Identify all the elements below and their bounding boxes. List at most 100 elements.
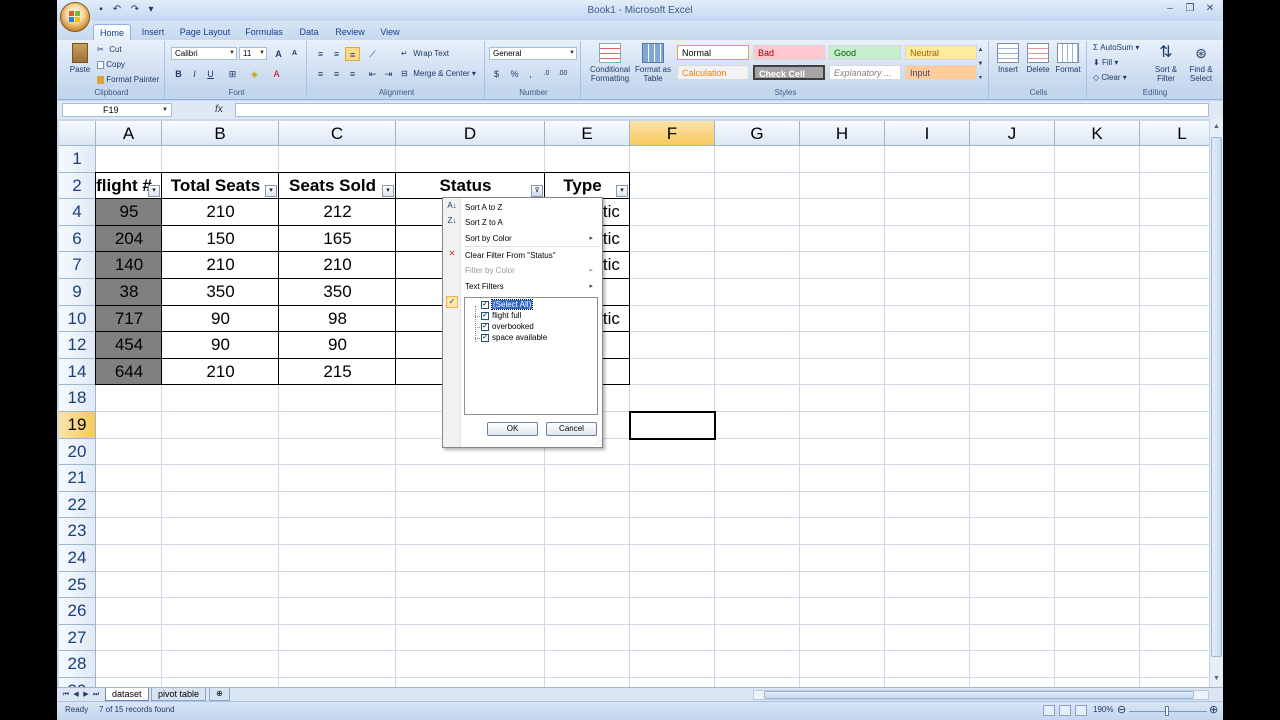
insert-function-button[interactable]: fx	[177, 103, 233, 117]
sort-a-to-z-item[interactable]: Sort A to Z	[465, 203, 502, 212]
gallery-down-icon[interactable]: ▼	[973, 57, 988, 71]
merge-center-button[interactable]: ⊟ Merge & Center ▾	[401, 69, 476, 79]
filter-dropdown-button[interactable]: ▾	[265, 184, 277, 197]
percent-icon[interactable]: %	[507, 67, 522, 81]
row-header-14[interactable]: 14	[59, 358, 96, 386]
fill-button[interactable]: ⬇ Fill ▾	[1093, 58, 1118, 67]
tab-insert[interactable]: Insert	[137, 24, 169, 40]
tab-data[interactable]: Data	[295, 24, 323, 40]
zoom-slider-thumb[interactable]	[1165, 706, 1169, 716]
row-header-19[interactable]: 19	[59, 412, 96, 439]
zoom-out-icon[interactable]: ⊖	[1117, 703, 1126, 716]
row-header-22[interactable]: 22	[59, 491, 96, 519]
bold-icon[interactable]: B	[171, 67, 186, 81]
column-header-f[interactable]: F	[630, 121, 715, 146]
scroll-down-icon[interactable]: ▼	[1211, 673, 1222, 685]
normal-view-icon[interactable]	[1043, 705, 1055, 716]
row-header-4[interactable]: 4	[59, 199, 96, 226]
resize-grip-icon[interactable]: ⋰	[595, 439, 601, 446]
row-header-12[interactable]: 12	[59, 332, 96, 359]
cell-style-input[interactable]: Input	[905, 65, 977, 80]
cut-button[interactable]: ✂ Cut	[97, 45, 122, 55]
sort-z-to-a-item[interactable]: Sort Z to A	[465, 218, 503, 227]
row-header-7[interactable]: 7	[59, 252, 96, 279]
filter-dropdown-button[interactable]: ▾	[616, 184, 628, 197]
page-layout-view-icon[interactable]	[1059, 705, 1071, 716]
row-header-21[interactable]: 21	[59, 465, 96, 492]
page-break-view-icon[interactable]	[1075, 705, 1087, 716]
font-color-icon[interactable]: A	[269, 67, 284, 81]
shrink-font-icon[interactable]: A	[287, 47, 302, 61]
format-painter-button[interactable]: Format Painter	[97, 75, 159, 84]
vertical-scrollbar[interactable]: ▲ ▼	[1209, 119, 1223, 687]
font-size-select[interactable]: 11 ▼	[239, 47, 267, 60]
align-top-icon[interactable]: ≡	[313, 47, 328, 61]
office-button[interactable]	[60, 2, 90, 32]
filter-dropdown-button[interactable]: ⊽	[531, 184, 543, 197]
zoom-level[interactable]: 190%	[1093, 705, 1113, 714]
prev-sheet-icon[interactable]: ◀	[71, 689, 81, 700]
wrap-text-button[interactable]: ↵ Wrap Text	[401, 49, 449, 59]
vertical-scroll-thumb[interactable]	[1211, 137, 1222, 657]
checkbox[interactable]: ✓	[481, 301, 489, 309]
tab-review[interactable]: Review	[331, 24, 369, 40]
row-header-25[interactable]: 25	[59, 571, 96, 599]
row-header-6[interactable]: 6	[59, 225, 96, 253]
insert-sheet-icon[interactable]: ⊕	[209, 688, 230, 701]
cell-style-neutral[interactable]: Neutral	[905, 45, 977, 60]
tab-home[interactable]: Home	[93, 24, 131, 40]
decrease-indent-icon[interactable]: ⇤	[365, 67, 380, 81]
column-header-j[interactable]: J	[970, 121, 1055, 146]
column-header-h[interactable]: H	[800, 121, 885, 146]
filter-dropdown-button[interactable]: ▾	[382, 184, 394, 197]
row-header-20[interactable]: 20	[59, 438, 96, 466]
checkbox[interactable]: ✓	[481, 334, 489, 342]
cell-style-normal[interactable]: Normal	[677, 45, 749, 60]
comma-icon[interactable]: ,	[523, 67, 538, 81]
filter-value-item[interactable]: flight full	[492, 311, 521, 321]
gallery-up-icon[interactable]: ▲	[973, 43, 988, 57]
column-header-c[interactable]: C	[279, 121, 396, 146]
row-header-2[interactable]: 2	[59, 172, 96, 200]
format-cells-button[interactable]: Format	[1053, 43, 1083, 74]
cancel-button[interactable]: Cancel	[546, 422, 597, 436]
clear-button[interactable]: ◇ Clear ▾	[1093, 73, 1127, 82]
italic-icon[interactable]: I	[187, 67, 202, 81]
select-all-corner[interactable]	[59, 121, 96, 146]
name-box[interactable]: F19 ▼	[62, 103, 172, 117]
checkbox[interactable]: ✓	[481, 312, 489, 320]
font-name-select[interactable]: Calibri ▼	[171, 47, 237, 60]
horizontal-scrollbar[interactable]	[753, 690, 1209, 700]
conditional-formatting-button[interactable]: Conditional Formatting	[587, 43, 633, 83]
column-header-a[interactable]: A	[96, 121, 162, 146]
filter-dropdown-button[interactable]: ▾	[148, 184, 160, 197]
formula-input[interactable]	[235, 103, 1209, 117]
column-header-b[interactable]: B	[162, 121, 279, 146]
autosum-button[interactable]: Σ AutoSum ▾	[1093, 43, 1139, 52]
tab-view[interactable]: View	[375, 24, 405, 40]
borders-icon[interactable]: ⊞	[225, 67, 240, 81]
underline-icon[interactable]: U	[203, 67, 218, 81]
scroll-up-icon[interactable]: ▲	[1211, 121, 1222, 133]
align-middle-icon[interactable]: ≡	[329, 47, 344, 61]
align-center-icon[interactable]: ≡	[329, 67, 344, 81]
restore-icon[interactable]: ❐	[1181, 2, 1199, 16]
close-icon[interactable]: ✕	[1201, 2, 1219, 16]
spreadsheet-grid[interactable]: A B C D E F G H I J K L 1 2 4 6 7 9 10 12 14 18 19 20 21 22 23 24 25…	[59, 121, 1209, 687]
paste-button[interactable]: Paste	[65, 43, 95, 74]
column-header-l[interactable]: L	[1140, 121, 1209, 146]
tab-page-layout[interactable]: Page Layout	[177, 24, 233, 40]
sheet-tab-dataset[interactable]: dataset	[105, 688, 149, 701]
sheet-tab-pivot-table[interactable]: pivot table	[151, 688, 207, 701]
cell-style-check-cell[interactable]: Check Cell	[753, 65, 825, 80]
horizontal-scroll-thumb[interactable]	[764, 691, 1194, 699]
grow-font-icon[interactable]: A	[271, 47, 286, 61]
minimize-icon[interactable]: –	[1161, 2, 1179, 16]
decrease-decimal-icon[interactable]: .00	[555, 67, 570, 81]
sort-filter-button[interactable]: ⇅ Sort & Filter	[1149, 43, 1183, 83]
number-format-select[interactable]: General ▼	[489, 47, 577, 60]
column-header-i[interactable]: I	[885, 121, 970, 146]
column-header-d[interactable]: D	[396, 121, 545, 146]
row-header-18[interactable]: 18	[59, 385, 96, 412]
format-as-table-button[interactable]: Format as Table	[635, 43, 671, 83]
